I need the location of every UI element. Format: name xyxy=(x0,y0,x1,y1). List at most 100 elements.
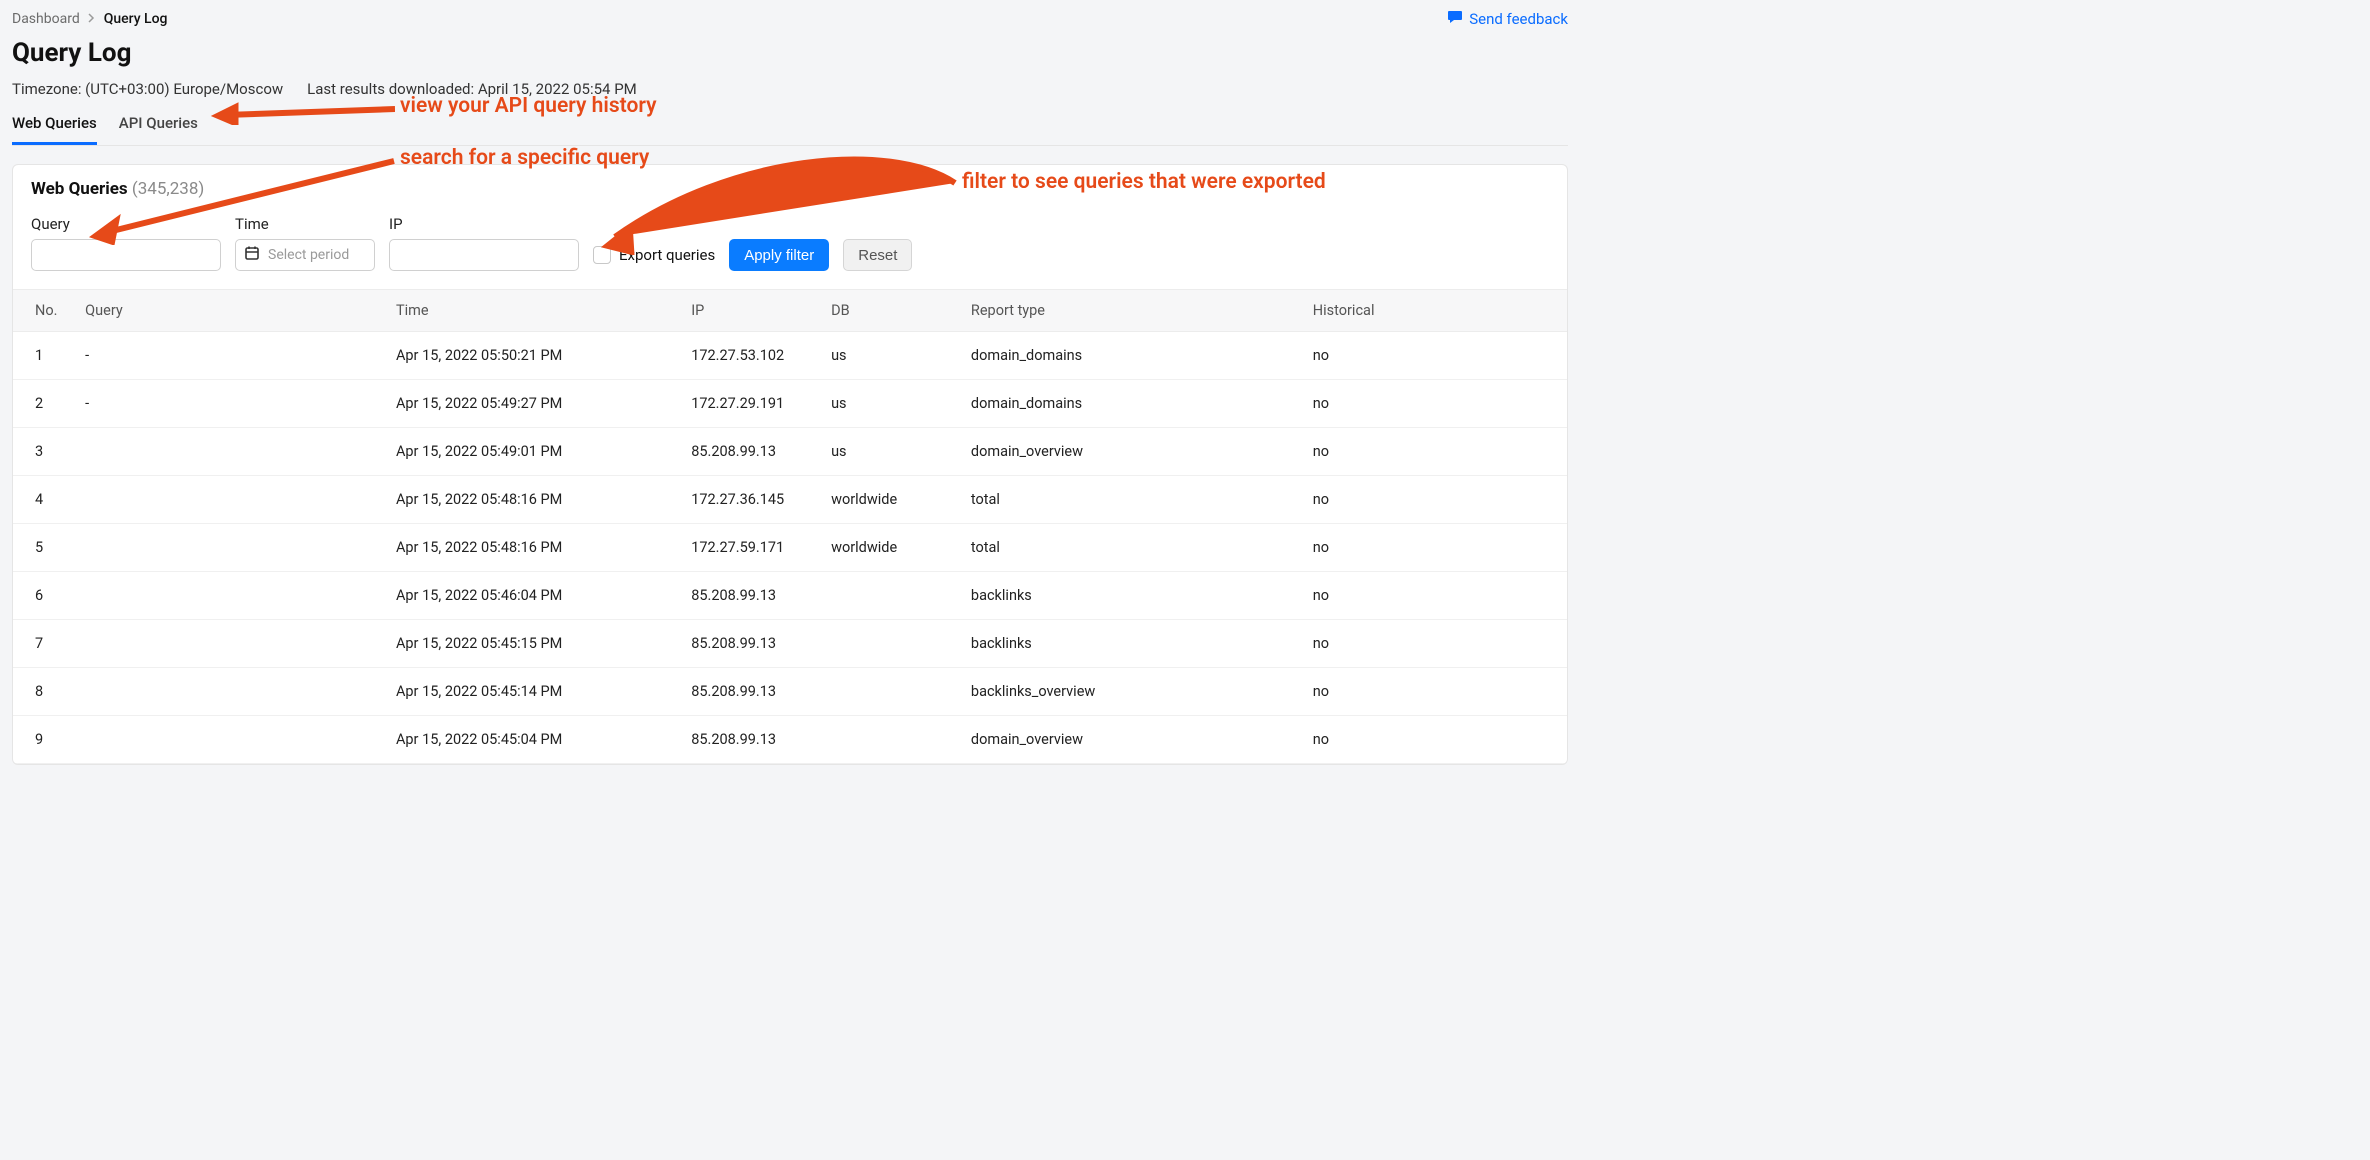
cell-hist: no xyxy=(1303,716,1567,764)
cell-hist: no xyxy=(1303,572,1567,620)
table-row: 6 Apr 15, 2022 05:46:04 PM85.208.99.13 bac… xyxy=(13,572,1567,620)
cell-time: Apr 15, 2022 05:50:21 PM xyxy=(386,332,681,380)
cell-db xyxy=(821,716,961,764)
cell-query: - xyxy=(75,332,386,380)
cell-time: Apr 15, 2022 05:46:04 PM xyxy=(386,572,681,620)
table-row: 5Apr 15, 2022 05:48:16 PM172.27.59.171wo… xyxy=(13,524,1567,572)
cell-hist: no xyxy=(1303,476,1567,524)
table-row: 7Apr 15, 2022 05:45:15 PM85.208.99.13bac… xyxy=(13,620,1567,668)
ip-input[interactable] xyxy=(389,239,579,271)
table-row: 1-Apr 15, 2022 05:50:21 PM172.27.53.102u… xyxy=(13,332,1567,380)
cell-query xyxy=(75,476,386,524)
cell-ip: 85.208.99.13 xyxy=(681,572,821,620)
cell-time: Apr 15, 2022 05:45:15 PM xyxy=(386,620,681,668)
cell-db: worldwide xyxy=(821,524,961,572)
cell-ip: 85.208.99.13 xyxy=(681,620,821,668)
page-title: Query Log xyxy=(12,38,1568,68)
time-filter-label: Time xyxy=(235,215,375,233)
query-input[interactable] xyxy=(31,239,221,271)
cell-no: 2 xyxy=(13,380,75,428)
cell-hist: no xyxy=(1303,668,1567,716)
cell-hist: no xyxy=(1303,428,1567,476)
period-picker[interactable]: Select period xyxy=(235,239,375,271)
cell-ip: 172.27.29.191 xyxy=(681,380,821,428)
cell-no: 4 xyxy=(13,476,75,524)
cell-time: Apr 15, 2022 05:45:14 PM xyxy=(386,668,681,716)
apply-filter-button[interactable]: Apply filter xyxy=(729,239,829,271)
tab-web-queries[interactable]: Web Queries xyxy=(12,114,97,145)
cell-hist: no xyxy=(1303,380,1567,428)
col-header-no: No. xyxy=(13,290,75,332)
tabs: Web Queries API Queries xyxy=(12,114,1568,146)
cell-query xyxy=(75,428,386,476)
table-row: 3Apr 15, 2022 05:49:01 PM85.208.99.13usd… xyxy=(13,428,1567,476)
col-header-query: Query xyxy=(75,290,386,332)
cell-report: backlinks_overview xyxy=(961,668,1303,716)
cell-no: 1 xyxy=(13,332,75,380)
period-placeholder: Select period xyxy=(268,247,349,263)
cell-no: 9 xyxy=(13,716,75,764)
tab-api-queries[interactable]: API Queries xyxy=(119,114,198,145)
ip-filter-label: IP xyxy=(389,215,579,233)
query-log-panel: Web Queries (345,238) Query Time Select … xyxy=(12,164,1568,765)
cell-no: 7 xyxy=(13,620,75,668)
last-downloaded-text: Last results downloaded: April 15, 2022 … xyxy=(307,80,637,98)
cell-ip: 85.208.99.13 xyxy=(681,716,821,764)
cell-ip: 85.208.99.13 xyxy=(681,428,821,476)
col-header-ip: IP xyxy=(681,290,821,332)
panel-title: Web Queries xyxy=(31,179,128,199)
export-queries-label: Export queries xyxy=(619,246,715,264)
cell-no: 5 xyxy=(13,524,75,572)
cell-query xyxy=(75,668,386,716)
cell-query xyxy=(75,524,386,572)
calendar-icon xyxy=(244,245,260,265)
query-log-table: No. Query Time IP DB Report type Histori… xyxy=(13,289,1567,764)
cell-hist: no xyxy=(1303,524,1567,572)
export-queries-checkbox[interactable] xyxy=(593,246,611,264)
cell-db: worldwide xyxy=(821,476,961,524)
cell-report: domain_overview xyxy=(961,428,1303,476)
cell-db xyxy=(821,620,961,668)
timezone-text: Timezone: (UTC+03:00) Europe/Moscow xyxy=(12,80,283,98)
table-row: 4 Apr 15, 2022 05:48:16 PM172.27.36.145wo… xyxy=(13,476,1567,524)
cell-db: us xyxy=(821,428,961,476)
col-header-report: Report type xyxy=(961,290,1303,332)
table-row: 8Apr 15, 2022 05:45:14 PM85.208.99.13bac… xyxy=(13,668,1567,716)
cell-report: domain_domains xyxy=(961,380,1303,428)
cell-report: domain_domains xyxy=(961,332,1303,380)
col-header-time: Time xyxy=(386,290,681,332)
cell-time: Apr 15, 2022 05:48:16 PM xyxy=(386,476,681,524)
cell-report: domain_overview xyxy=(961,716,1303,764)
cell-ip: 172.27.53.102 xyxy=(681,332,821,380)
cell-report: total xyxy=(961,524,1303,572)
chevron-right-icon xyxy=(88,11,96,27)
speech-bubble-icon xyxy=(1447,10,1463,28)
cell-time: Apr 15, 2022 05:49:27 PM xyxy=(386,380,681,428)
cell-query xyxy=(75,572,386,620)
cell-db: us xyxy=(821,332,961,380)
query-filter-label: Query xyxy=(31,215,221,233)
cell-db: us xyxy=(821,380,961,428)
reset-button[interactable]: Reset xyxy=(843,239,912,271)
cell-query xyxy=(75,620,386,668)
cell-report: total xyxy=(961,476,1303,524)
cell-query xyxy=(75,716,386,764)
cell-no: 6 xyxy=(13,572,75,620)
breadcrumb-root[interactable]: Dashboard xyxy=(12,11,80,27)
cell-db xyxy=(821,572,961,620)
cell-query: - xyxy=(75,380,386,428)
cell-hist: no xyxy=(1303,332,1567,380)
cell-report: backlinks xyxy=(961,572,1303,620)
col-header-db: DB xyxy=(821,290,961,332)
panel-count: (345,238) xyxy=(132,179,204,199)
col-header-hist: Historical xyxy=(1303,290,1567,332)
breadcrumb-current: Query Log xyxy=(104,11,168,27)
cell-hist: no xyxy=(1303,620,1567,668)
table-row: 9Apr 15, 2022 05:45:04 PM85.208.99.13dom… xyxy=(13,716,1567,764)
cell-ip: 172.27.36.145 xyxy=(681,476,821,524)
cell-time: Apr 15, 2022 05:49:01 PM xyxy=(386,428,681,476)
cell-db xyxy=(821,668,961,716)
cell-time: Apr 15, 2022 05:48:16 PM xyxy=(386,524,681,572)
send-feedback-link[interactable]: Send feedback xyxy=(1447,10,1568,28)
cell-ip: 85.208.99.13 xyxy=(681,668,821,716)
